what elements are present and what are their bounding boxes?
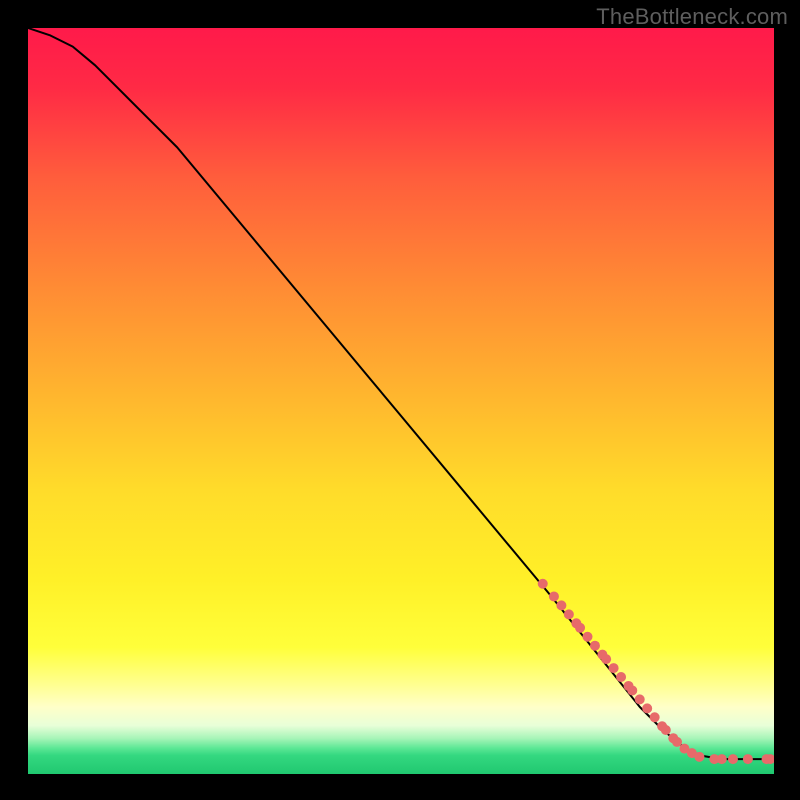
data-point — [549, 591, 559, 601]
data-point — [616, 672, 626, 682]
data-point — [575, 623, 585, 633]
chart-background — [28, 28, 774, 774]
data-point — [743, 754, 753, 764]
data-point — [661, 725, 671, 735]
data-point — [635, 694, 645, 704]
data-point — [650, 712, 660, 722]
data-point — [556, 600, 566, 610]
data-point — [627, 685, 637, 695]
data-point — [538, 579, 548, 589]
data-point — [717, 754, 727, 764]
chart-svg — [28, 28, 774, 774]
data-point — [601, 654, 611, 664]
data-point — [642, 703, 652, 713]
data-point — [609, 663, 619, 673]
data-point — [590, 641, 600, 651]
data-point — [564, 609, 574, 619]
attribution-text: TheBottleneck.com — [596, 4, 788, 30]
data-point — [694, 752, 704, 762]
data-point — [672, 737, 682, 747]
chart-plot — [28, 28, 774, 774]
data-point — [583, 632, 593, 642]
data-point — [728, 754, 738, 764]
